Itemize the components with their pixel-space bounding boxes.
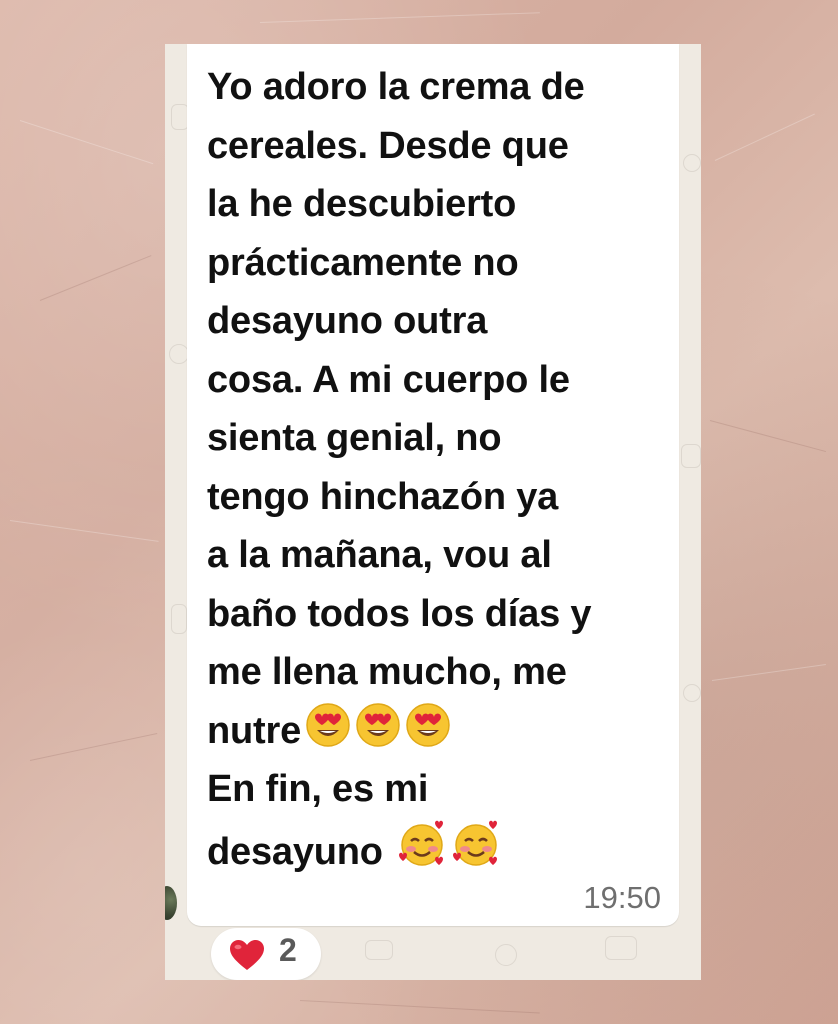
message-line: cereales. Desde que [207, 124, 569, 167]
wallpaper-doodle [171, 604, 187, 634]
paper-crease [29, 732, 158, 761]
wallpaper-doodle [169, 344, 189, 364]
paper-crease [9, 520, 159, 542]
message-line: Yo adoro la crema de [207, 66, 585, 108]
message-line: a la mañana, vou al [207, 534, 552, 576]
message-line: me llena mucho, me [207, 651, 567, 693]
message-timestamp: 19:50 [583, 880, 661, 915]
message-text: Yo adoro la crema de cereales. Desde que… [207, 58, 677, 881]
reaction-count: 2 [279, 932, 297, 968]
message-line: tengo hinchazón ya [207, 475, 559, 518]
paper-crease [714, 113, 815, 161]
chat-screenshot: Yo adoro la crema de cereales. Desde que… [165, 44, 701, 980]
message-line-with-emojis: nutre [207, 702, 677, 761]
smiling-face-with-hearts-emoji [451, 819, 501, 869]
smiling-face-with-hearts-emoji [397, 819, 447, 869]
wallpaper-doodle [365, 940, 393, 960]
message-line: baño todos los días y [207, 592, 592, 635]
heart-eyes-emoji [355, 702, 401, 748]
heart-eyes-emoji [305, 702, 351, 748]
paper-crease [259, 12, 540, 23]
wallpaper-doodle [683, 684, 701, 702]
message-line: la he descubierto [207, 183, 517, 225]
message-line: sienta genial, no [207, 417, 502, 459]
wallpaper-doodle [683, 154, 701, 172]
message-line: cosa. A mi cuerpo le [207, 358, 570, 401]
paper-crease [19, 120, 154, 165]
heart-eyes-emoji [405, 702, 451, 748]
message-line: prácticamente no [207, 241, 519, 284]
wallpaper-doodle [605, 936, 637, 960]
paper-crease [711, 663, 826, 681]
message-line-with-emojis: desayuno [207, 819, 677, 882]
paper-crease [39, 255, 152, 301]
reaction-pill[interactable]: 2 [211, 928, 321, 980]
message-line: desayuno outra [207, 300, 488, 342]
message-line: En fin, es mi [207, 768, 429, 810]
message-line: desayuno [207, 830, 383, 873]
wallpaper-doodle [681, 444, 701, 468]
paper-crease [299, 1000, 540, 1014]
avatar[interactable] [165, 886, 177, 920]
message-line: nutre [207, 709, 302, 752]
red-heart-icon [229, 939, 265, 976]
message-bubble[interactable]: Yo adoro la crema de cereales. Desde que… [187, 44, 679, 926]
paper-crease [709, 420, 827, 453]
wallpaper-doodle [495, 944, 517, 966]
